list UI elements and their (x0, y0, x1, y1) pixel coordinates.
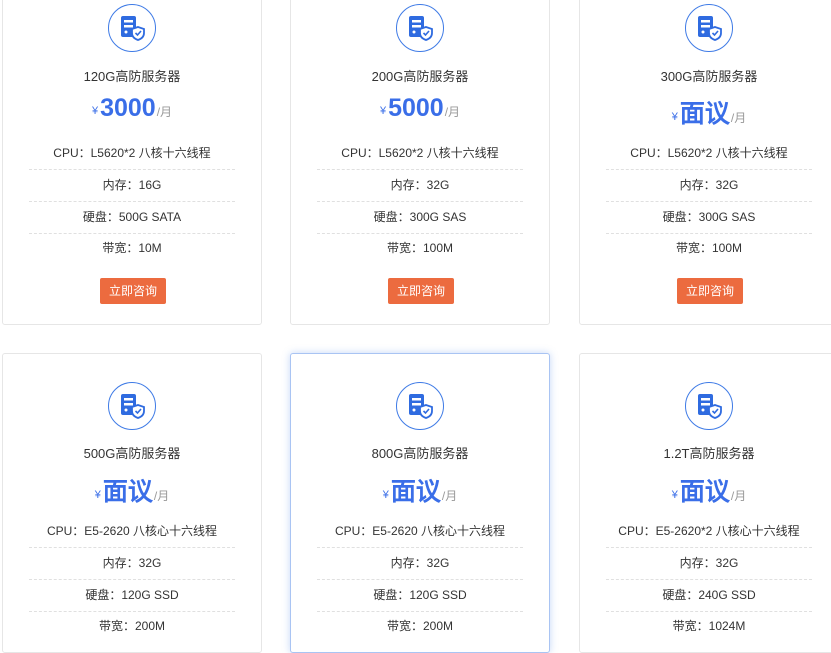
product-card-200g: 200G高防服务器 ¥5000/月 CPU：L5620*2 八核十六线程 内存：… (290, 0, 550, 325)
spec-cpu: CPU：L5620*2 八核十六线程 (606, 137, 812, 170)
server-shield-icon (396, 382, 444, 430)
spec-disk: 硬盘：300G SAS (606, 201, 812, 234)
spec-memory: 内存：32G (29, 547, 235, 580)
product-price: ¥面议/月 (580, 472, 831, 508)
spec-bandwidth: 带宽：200M (386, 619, 454, 633)
spec-memory: 内存：32G (317, 547, 523, 580)
spec-memory: 内存：32G (317, 169, 523, 202)
spec-bandwidth: 带宽：100M (386, 241, 454, 255)
product-price: ¥面议/月 (291, 472, 549, 508)
product-name: 1.2T高防服务器 (663, 446, 755, 461)
currency-symbol: ¥ (379, 105, 387, 117)
currency-symbol: ¥ (91, 105, 99, 117)
product-card-500g: 500G高防服务器 ¥面议/月 CPU：E5-2620 八核心十六线程 内存：3… (2, 353, 262, 653)
product-card-1-2t: 1.2T高防服务器 ¥面议/月 CPU：E5-2620*2 八核心十六线程 内存… (579, 353, 831, 653)
consult-button[interactable]: 立即咨询 (388, 278, 454, 304)
product-card-800g: 800G高防服务器 ¥面议/月 CPU：E5-2620 八核心十六线程 内存：3… (290, 353, 550, 653)
server-shield-icon (396, 4, 444, 52)
spec-disk: 硬盘：120G SSD (317, 579, 523, 612)
spec-bandwidth: 带宽：10M (102, 241, 162, 255)
server-shield-icon (685, 382, 733, 430)
product-name: 300G高防服务器 (660, 69, 758, 84)
product-price: ¥面议/月 (3, 472, 261, 508)
spec-memory: 内存：32G (606, 169, 812, 202)
spec-bandwidth: 带宽：200M (98, 619, 166, 633)
spec-cpu: CPU：E5-2620 八核心十六线程 (317, 515, 523, 548)
product-price: ¥面议/月 (580, 94, 831, 130)
spec-memory: 内存：16G (29, 169, 235, 202)
price-value: 面议 (390, 478, 441, 506)
price-value: 3000 (100, 94, 156, 122)
product-card-300g: 300G高防服务器 ¥面议/月 CPU：L5620*2 八核十六线程 内存：32… (579, 0, 831, 325)
currency-symbol: ¥ (382, 489, 389, 501)
spec-memory: 内存：32G (606, 547, 812, 580)
product-name: 500G高防服务器 (83, 446, 181, 461)
price-unit: /月 (156, 105, 173, 119)
product-card-120g: 120G高防服务器 ¥3000/月 CPU：L5620*2 八核十六线程 内存：… (2, 0, 262, 325)
server-shield-icon (685, 4, 733, 52)
spec-cpu: CPU：L5620*2 八核十六线程 (29, 137, 235, 170)
consult-button[interactable]: 立即咨询 (677, 278, 743, 304)
product-price: ¥5000/月 (291, 94, 549, 123)
currency-symbol: ¥ (671, 489, 678, 501)
consult-button[interactable]: 立即咨询 (100, 278, 166, 304)
price-unit: /月 (730, 111, 747, 125)
spec-disk: 硬盘：300G SAS (317, 201, 523, 234)
spec-bandwidth: 带宽：1024M (672, 619, 746, 633)
product-name: 200G高防服务器 (371, 69, 469, 84)
price-unit: /月 (730, 489, 747, 503)
spec-bandwidth: 带宽：100M (675, 241, 743, 255)
price-unit: /月 (444, 105, 461, 119)
spec-disk: 硬盘：500G SATA (29, 201, 235, 234)
currency-symbol: ¥ (94, 489, 101, 501)
spec-cpu: CPU：E5-2620*2 八核心十六线程 (606, 515, 812, 548)
spec-cpu: CPU：L5620*2 八核十六线程 (317, 137, 523, 170)
server-shield-icon (108, 4, 156, 52)
spec-disk: 硬盘：120G SSD (29, 579, 235, 612)
product-name: 800G高防服务器 (371, 446, 469, 461)
currency-symbol: ¥ (671, 111, 678, 123)
spec-cpu: CPU：E5-2620 八核心十六线程 (29, 515, 235, 548)
product-price: ¥3000/月 (3, 94, 261, 123)
price-unit: /月 (441, 489, 458, 503)
price-value: 面议 (679, 478, 730, 506)
price-unit: /月 (153, 489, 170, 503)
server-shield-icon (108, 382, 156, 430)
price-value: 面议 (679, 100, 730, 128)
spec-disk: 硬盘：240G SSD (606, 579, 812, 612)
price-value: 面议 (102, 478, 153, 506)
price-value: 5000 (388, 94, 444, 122)
product-name: 120G高防服务器 (83, 69, 181, 84)
